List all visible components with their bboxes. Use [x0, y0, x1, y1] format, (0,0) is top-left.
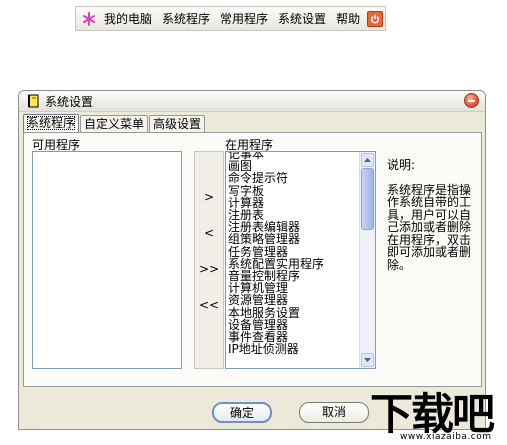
menu-system-programs[interactable]: 系统程序: [157, 10, 215, 27]
scrollbar[interactable]: [359, 152, 375, 368]
description-text: 系统程序是指操作系统自带的工具，用户可以自己添加或者删除在用程序，双击即可添加或…: [387, 182, 472, 272]
close-button[interactable]: [464, 93, 479, 108]
scroll-down-button[interactable]: [361, 353, 374, 367]
tab-bar: 系统程序 自定义菜单 高级设置: [23, 114, 206, 132]
menu-system-settings[interactable]: 系统设置: [273, 10, 331, 27]
installed-items: 记事本 画图 命令提示符 写字板 计算器 注册表 注册表编辑器 组策略管理器 任务管理器 系统配置…: [228, 152, 324, 355]
description-title: 说明:: [387, 158, 416, 172]
scroll-up-button[interactable]: [361, 153, 374, 167]
tab-advanced-settings[interactable]: 高级设置: [149, 115, 206, 132]
list-item[interactable]: 写字板: [228, 184, 324, 196]
tab-system-programs[interactable]: 系统程序: [23, 114, 80, 132]
arrow-down-icon: [364, 358, 371, 362]
close-icon: [468, 99, 475, 102]
tab-custom-menu[interactable]: 自定义菜单: [80, 115, 149, 132]
available-programs-list[interactable]: [32, 151, 182, 369]
list-item[interactable]: 命令提示符: [228, 172, 324, 184]
transfer-buttons: > < >> <<: [194, 151, 224, 369]
arrow-up-icon: [364, 158, 371, 162]
remove-all-button[interactable]: <<: [195, 296, 223, 314]
watermark-logo: 下载吧 www.xiazaiba.com: [370, 392, 507, 445]
pinwheel-icon[interactable]: [82, 11, 96, 26]
menu-help[interactable]: 帮助: [331, 10, 365, 27]
add-all-button[interactable]: >>: [195, 260, 223, 278]
title-bar: 系统设置: [19, 91, 485, 112]
add-button[interactable]: >: [195, 188, 223, 206]
description-panel: 说明: 系统程序是指操作系统自带的工具，用户可以自己添加或者删除在用程序，双击即…: [387, 159, 477, 271]
window-title: 系统设置: [45, 94, 94, 109]
cancel-button[interactable]: 取消: [299, 402, 369, 423]
list-item[interactable]: 本地服务设置: [228, 306, 324, 318]
watermark-url: www.xiazaiba.com: [400, 432, 492, 442]
tab-panel: 可用程序 在用程序 > < >> << 记事本 画图 命令提示符 写字板 计算器 注册表注…: [23, 132, 482, 387]
ok-button[interactable]: 确定: [212, 402, 272, 423]
settings-dialog: 系统设置 系统程序 自定义菜单 高级设置 可用程序 在用程序 > < >> <<…: [18, 90, 486, 430]
power-icon[interactable]: [367, 10, 384, 27]
list-item[interactable]: 组策略管理器: [228, 233, 324, 245]
top-toolbar: 我的电脑 系统程序 常用程序 系统设置 帮助: [75, 6, 386, 31]
menu-my-computer[interactable]: 我的电脑: [99, 10, 157, 27]
scroll-thumb[interactable]: [361, 168, 374, 230]
list-item[interactable]: 资源管理器: [228, 294, 324, 306]
menu-common-programs[interactable]: 常用程序: [215, 10, 273, 27]
notebook-icon: [27, 94, 39, 108]
list-item[interactable]: IP地址侦测器: [228, 343, 324, 355]
list-item[interactable]: 任务管理器: [228, 245, 324, 257]
remove-button[interactable]: <: [195, 224, 223, 242]
installed-programs-list[interactable]: 记事本 画图 命令提示符 写字板 计算器 注册表 注册表编辑器 组策略管理器 任务管理器 系统配置…: [225, 151, 376, 369]
